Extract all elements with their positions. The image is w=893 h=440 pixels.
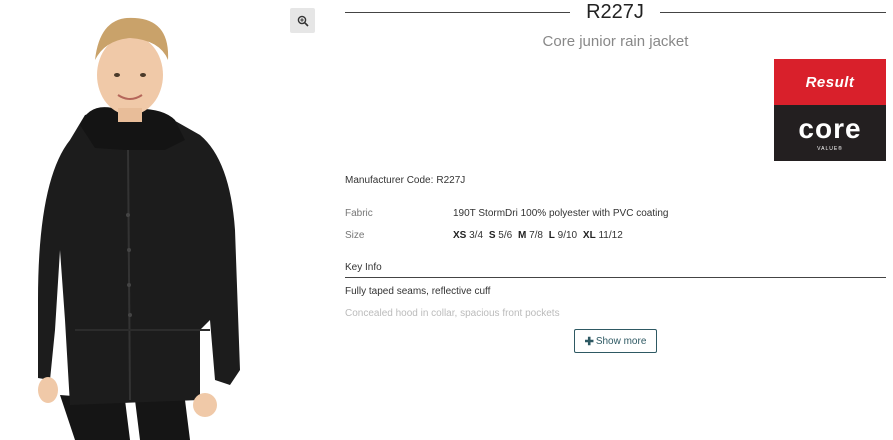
key-info-title: Key Info bbox=[345, 262, 382, 273]
size-list: XS 3/4 S 5/6 M 7/8 L 9/10 XL 11/12 bbox=[453, 230, 626, 241]
manufacturer-code: Manufacturer Code: R227J bbox=[345, 175, 465, 186]
fabric-label: Fabric bbox=[345, 208, 373, 219]
size-xl: XL 11/12 bbox=[582, 230, 623, 241]
show-more-button[interactable]: ✚ Show more bbox=[574, 329, 657, 353]
key-info-line-faded: Concealed hood in collar, spacious front… bbox=[345, 308, 560, 319]
size-s: S 5/6 bbox=[488, 230, 513, 241]
product-photo bbox=[38, 17, 240, 440]
key-info-divider bbox=[345, 277, 886, 278]
product-subtitle: Core junior rain jacket bbox=[542, 33, 689, 50]
manufacturer-code-value: R227J bbox=[436, 175, 466, 186]
header-divider-left bbox=[345, 12, 570, 13]
fabric-value: 190T StormDri 100% polyester with PVC co… bbox=[453, 208, 669, 219]
brand-logo-top: Result bbox=[774, 59, 886, 105]
plus-icon: ✚ bbox=[584, 335, 594, 348]
zoom-in-icon bbox=[297, 15, 309, 27]
brand-logo: Result core VALUE® bbox=[774, 59, 886, 161]
size-xs: XS 3/4 bbox=[453, 230, 484, 241]
key-info-line: Fully taped seams, reflective cuff bbox=[345, 286, 491, 297]
size-m: M 7/8 bbox=[517, 230, 543, 241]
size-label: Size bbox=[345, 230, 365, 241]
product-image[interactable] bbox=[0, 0, 325, 440]
size-l: L 9/10 bbox=[548, 230, 578, 241]
manufacturer-code-label: Manufacturer Code: bbox=[345, 175, 434, 186]
product-sku: R227J bbox=[586, 1, 644, 23]
header-divider-right bbox=[660, 12, 886, 13]
brand-logo-bottom: core VALUE® bbox=[774, 105, 886, 161]
zoom-button[interactable] bbox=[290, 8, 315, 33]
